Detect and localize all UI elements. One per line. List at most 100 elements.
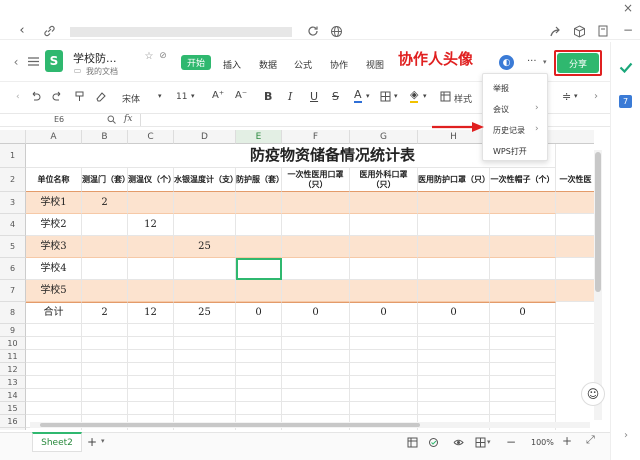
row-header[interactable]: 17 bbox=[0, 428, 26, 430]
view-normal-icon[interactable] bbox=[407, 437, 418, 448]
grid-cell[interactable] bbox=[26, 350, 82, 363]
data-cell[interactable]: 0 bbox=[490, 302, 556, 324]
table-title[interactable]: 防疫物资储备情况统计表 bbox=[26, 144, 556, 168]
data-cell[interactable] bbox=[490, 214, 556, 236]
data-cell[interactable] bbox=[128, 258, 174, 280]
grid-cell[interactable] bbox=[128, 402, 174, 415]
row-header[interactable]: 8 bbox=[0, 302, 26, 324]
data-cell[interactable] bbox=[490, 280, 556, 302]
grid-cell[interactable] bbox=[128, 324, 174, 337]
redo-icon[interactable] bbox=[52, 91, 63, 102]
underline-icon[interactable]: U bbox=[310, 90, 318, 103]
strikethrough-icon[interactable]: S bbox=[332, 90, 339, 103]
grid-cell[interactable] bbox=[490, 376, 556, 389]
style-icon[interactable] bbox=[440, 91, 451, 102]
font-size-select[interactable]: 11 bbox=[176, 92, 187, 102]
eraser-icon[interactable] bbox=[95, 91, 106, 102]
row-header[interactable]: 6 bbox=[0, 258, 26, 280]
data-cell[interactable]: 0 bbox=[350, 302, 418, 324]
grid-cell[interactable] bbox=[350, 402, 418, 415]
fx-icon[interactable]: fx bbox=[124, 114, 132, 124]
grid-cell[interactable] bbox=[82, 324, 128, 337]
grid-cell[interactable] bbox=[236, 337, 282, 350]
font-increase-icon[interactable]: A⁺ bbox=[212, 90, 224, 101]
data-cell[interactable] bbox=[556, 302, 594, 324]
data-cell[interactable]: 25 bbox=[174, 302, 236, 324]
grid-cell[interactable] bbox=[174, 363, 236, 376]
grid-cell[interactable] bbox=[282, 389, 350, 402]
menu-data[interactable]: 数据 bbox=[259, 58, 277, 71]
toolbar-scroll-right-icon[interactable]: › bbox=[594, 91, 598, 102]
data-cell[interactable]: 25 bbox=[174, 236, 236, 258]
data-cell[interactable] bbox=[82, 258, 128, 280]
assistant-mascot-icon[interactable]: ☺ bbox=[581, 382, 605, 406]
close-icon[interactable]: × bbox=[622, 1, 634, 15]
grid-cell[interactable] bbox=[350, 363, 418, 376]
column-title[interactable]: 一次性医 bbox=[556, 168, 594, 192]
row-header[interactable]: 7 bbox=[0, 280, 26, 302]
column-header-f[interactable]: F bbox=[282, 130, 350, 144]
data-cell[interactable] bbox=[174, 192, 236, 214]
column-title[interactable]: 水银温度计（支） bbox=[174, 168, 236, 192]
view-page-icon[interactable] bbox=[475, 437, 486, 448]
data-cell[interactable] bbox=[236, 192, 282, 214]
grid-cell[interactable] bbox=[236, 389, 282, 402]
collaborator-avatar-icon[interactable]: ◐ bbox=[499, 55, 514, 70]
border-icon[interactable] bbox=[380, 91, 391, 102]
grid-cell[interactable] bbox=[26, 363, 82, 376]
grid-cell[interactable] bbox=[236, 363, 282, 376]
column-header-a[interactable]: A bbox=[26, 130, 82, 144]
grid-cell[interactable] bbox=[128, 363, 174, 376]
fill-color-icon[interactable]: ◈ bbox=[410, 89, 419, 103]
data-cell[interactable] bbox=[282, 192, 350, 214]
row-header[interactable]: 4 bbox=[0, 214, 26, 236]
data-cell[interactable] bbox=[490, 236, 556, 258]
menu-item-open-in-wps[interactable]: WPS打开 bbox=[493, 146, 527, 157]
column-title[interactable]: 一次性医用口罩（只） bbox=[282, 168, 350, 192]
globe-icon[interactable] bbox=[329, 24, 343, 38]
data-cell[interactable] bbox=[350, 236, 418, 258]
sheet-tab[interactable]: Sheet2 bbox=[32, 432, 82, 452]
grid-cell[interactable] bbox=[350, 324, 418, 337]
row-header[interactable]: 10 bbox=[0, 337, 26, 350]
grid-cell[interactable] bbox=[350, 389, 418, 402]
grid-cell[interactable] bbox=[490, 324, 556, 337]
grid-cell[interactable] bbox=[128, 337, 174, 350]
grid-cell[interactable] bbox=[490, 428, 556, 430]
data-cell[interactable] bbox=[282, 236, 350, 258]
data-cell[interactable] bbox=[128, 192, 174, 214]
share-arrow-icon[interactable] bbox=[548, 24, 562, 38]
view-chevron-icon[interactable]: ▾ bbox=[487, 438, 491, 446]
row-header[interactable]: 9 bbox=[0, 324, 26, 337]
grid-cell[interactable] bbox=[418, 428, 490, 430]
row-header[interactable]: 14 bbox=[0, 389, 26, 402]
calendar-icon[interactable]: 7 bbox=[619, 95, 632, 108]
data-cell[interactable] bbox=[418, 258, 490, 280]
grid-cell[interactable] bbox=[26, 428, 82, 430]
address-bar[interactable] bbox=[70, 27, 292, 37]
grid-cell[interactable] bbox=[418, 337, 490, 350]
menu-insert[interactable]: 插入 bbox=[223, 58, 241, 71]
data-cell[interactable] bbox=[418, 236, 490, 258]
grid-cell[interactable] bbox=[490, 389, 556, 402]
data-cell[interactable] bbox=[556, 192, 594, 214]
link-icon[interactable] bbox=[42, 23, 56, 37]
data-cell[interactable]: 0 bbox=[236, 302, 282, 324]
data-cell[interactable] bbox=[174, 258, 236, 280]
grid-cell[interactable] bbox=[82, 350, 128, 363]
grid-cell[interactable] bbox=[282, 402, 350, 415]
data-cell[interactable]: 12 bbox=[128, 302, 174, 324]
format-painter-icon[interactable] bbox=[74, 91, 85, 102]
menu-collaborate[interactable]: 协作 bbox=[330, 58, 348, 71]
grid-cell[interactable] bbox=[26, 402, 82, 415]
menu-formula[interactable]: 公式 bbox=[294, 58, 312, 71]
grid-cell[interactable] bbox=[174, 402, 236, 415]
grid-cell[interactable] bbox=[418, 389, 490, 402]
grid-cell[interactable] bbox=[174, 428, 236, 430]
star-icon[interactable]: ☆ bbox=[144, 51, 154, 62]
data-cell[interactable] bbox=[82, 214, 128, 236]
window-icon[interactable] bbox=[596, 24, 610, 38]
grid-cell[interactable] bbox=[350, 376, 418, 389]
data-cell[interactable] bbox=[282, 214, 350, 236]
grid-cell[interactable] bbox=[350, 428, 418, 430]
